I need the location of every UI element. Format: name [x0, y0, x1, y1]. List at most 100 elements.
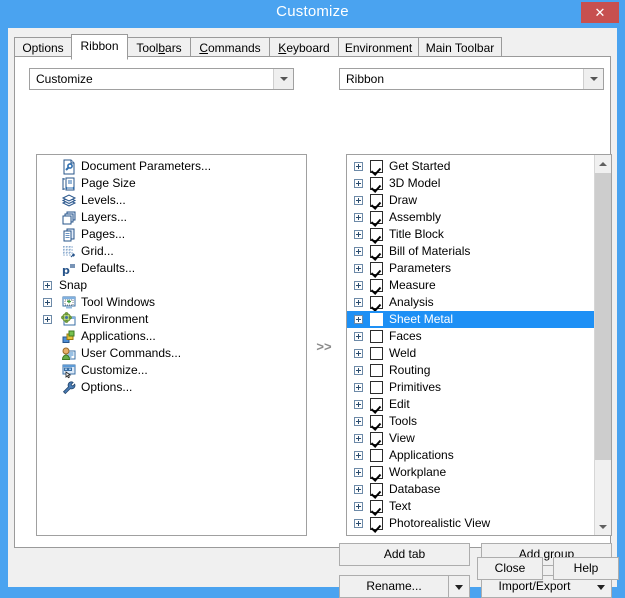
list-item[interactable]: Applications... [37, 328, 306, 345]
expander-plus-icon[interactable] [354, 196, 363, 205]
list-item[interactable]: Document Parameters... [37, 158, 306, 175]
ribbon-tab-checkbox[interactable] [370, 364, 383, 377]
list-item[interactable]: Customize... [37, 362, 306, 379]
close-button[interactable]: Close [477, 557, 543, 580]
left-category-dropdown-button[interactable] [273, 69, 293, 89]
table-row[interactable]: Weld [347, 345, 595, 362]
expander-plus-icon[interactable] [354, 519, 363, 528]
table-row[interactable]: Routing [347, 362, 595, 379]
ribbon-tab-checkbox[interactable] [370, 449, 383, 462]
ribbon-tab-checkbox[interactable] [370, 398, 383, 411]
table-row[interactable]: Primitives [347, 379, 595, 396]
table-row[interactable]: Sheet Metal [347, 311, 595, 328]
expander-plus-icon[interactable] [43, 315, 52, 324]
list-item[interactable]: Grid... [37, 243, 306, 260]
list-item[interactable]: User Commands... [37, 345, 306, 362]
table-row[interactable]: Photorealistic View [347, 515, 595, 532]
expander-plus-icon[interactable] [354, 468, 363, 477]
table-row[interactable]: Faces [347, 328, 595, 345]
ribbon-tab-checkbox[interactable] [370, 296, 383, 309]
list-item[interactable]: Environment [37, 311, 306, 328]
list-item[interactable]: Snap [37, 277, 306, 294]
table-row[interactable]: Database [347, 481, 595, 498]
transfer-right-button[interactable]: >> [313, 337, 335, 357]
table-row[interactable]: Measure [347, 277, 595, 294]
ribbon-tab-checkbox[interactable] [370, 415, 383, 428]
list-item[interactable]: Page Size [37, 175, 306, 192]
scrollbar-thumb[interactable] [595, 173, 611, 461]
left-category-combobox[interactable]: Customize [29, 68, 294, 90]
table-row[interactable]: Get Started [347, 158, 595, 175]
expander-plus-icon[interactable] [354, 383, 363, 392]
ribbon-tabs-list[interactable]: Get Started 3D Model Draw Assembly Title Blo… [346, 154, 612, 536]
list-item[interactable]: Layers... [37, 209, 306, 226]
table-row[interactable]: 3D Model [347, 175, 595, 192]
expander-plus-icon[interactable] [354, 417, 363, 426]
expander-plus-icon[interactable] [354, 162, 363, 171]
table-row[interactable]: Parameters [347, 260, 595, 277]
expander-plus-icon[interactable] [354, 332, 363, 341]
expander-plus-icon[interactable] [354, 179, 363, 188]
right-target-dropdown-button[interactable] [583, 69, 603, 89]
help-button[interactable]: Help [553, 557, 619, 580]
ribbon-tab-checkbox[interactable] [370, 211, 383, 224]
table-row[interactable]: Applications [347, 447, 595, 464]
table-row[interactable]: Edit [347, 396, 595, 413]
table-row[interactable]: Workplane [347, 464, 595, 481]
ribbon-tab-checkbox[interactable] [370, 381, 383, 394]
expander-plus-icon[interactable] [354, 400, 363, 409]
ribbon-tabs-scrollbar[interactable] [594, 155, 611, 535]
expander-plus-icon[interactable] [354, 315, 363, 324]
expander-plus-icon[interactable] [354, 502, 363, 511]
expander-plus-icon[interactable] [354, 264, 363, 273]
ribbon-tab-checkbox[interactable] [370, 194, 383, 207]
ribbon-tab-checkbox[interactable] [370, 177, 383, 190]
table-row[interactable]: Assembly [347, 209, 595, 226]
ribbon-tab-checkbox[interactable] [370, 245, 383, 258]
list-item[interactable]: Levels... [37, 192, 306, 209]
list-item[interactable]: p Defaults... [37, 260, 306, 277]
ribbon-tab-checkbox[interactable] [370, 500, 383, 513]
ribbon-tab-checkbox[interactable] [370, 228, 383, 241]
expander-plus-icon[interactable] [354, 366, 363, 375]
table-row[interactable]: Tools [347, 413, 595, 430]
expander-plus-icon[interactable] [43, 298, 52, 307]
scroll-down-button[interactable] [595, 518, 611, 535]
table-row[interactable]: Title Block [347, 226, 595, 243]
list-item[interactable]: Tool Windows [37, 294, 306, 311]
tab-ribbon[interactable]: Ribbon [71, 34, 128, 60]
expander-plus-icon[interactable] [43, 281, 52, 290]
expander-plus-icon[interactable] [354, 451, 363, 460]
ribbon-tab-checkbox[interactable] [370, 432, 383, 445]
ribbon-tab-checkbox[interactable] [370, 262, 383, 275]
ribbon-tab-checkbox[interactable] [370, 313, 383, 326]
expander-plus-icon[interactable] [354, 281, 363, 290]
left-category-value: Customize [36, 72, 93, 86]
available-commands-list[interactable]: Document Parameters... Page Size Levels...… [36, 154, 307, 536]
list-item[interactable]: Options... [37, 379, 306, 396]
list-item[interactable]: Pages... [37, 226, 306, 243]
ribbon-tab-checkbox[interactable] [370, 347, 383, 360]
table-row[interactable]: Bill of Materials [347, 243, 595, 260]
table-row[interactable]: Analysis [347, 294, 595, 311]
ribbon-tab-checkbox[interactable] [370, 160, 383, 173]
window-close-button[interactable]: ✕ [581, 2, 619, 23]
right-target-combobox[interactable]: Ribbon [339, 68, 604, 90]
ribbon-tab-checkbox[interactable] [370, 279, 383, 292]
customize-icon [61, 363, 77, 379]
expander-plus-icon[interactable] [354, 434, 363, 443]
expander-plus-icon[interactable] [354, 485, 363, 494]
ribbon-tab-checkbox[interactable] [370, 517, 383, 530]
ribbon-tab-checkbox[interactable] [370, 330, 383, 343]
expander-plus-icon[interactable] [354, 213, 363, 222]
expander-plus-icon[interactable] [354, 298, 363, 307]
expander-plus-icon[interactable] [354, 349, 363, 358]
ribbon-tab-checkbox[interactable] [370, 466, 383, 479]
table-row[interactable]: View [347, 430, 595, 447]
ribbon-tab-checkbox[interactable] [370, 483, 383, 496]
expander-plus-icon[interactable] [354, 230, 363, 239]
scroll-up-button[interactable] [595, 155, 611, 172]
table-row[interactable]: Text [347, 498, 595, 515]
expander-plus-icon[interactable] [354, 247, 363, 256]
table-row[interactable]: Draw [347, 192, 595, 209]
